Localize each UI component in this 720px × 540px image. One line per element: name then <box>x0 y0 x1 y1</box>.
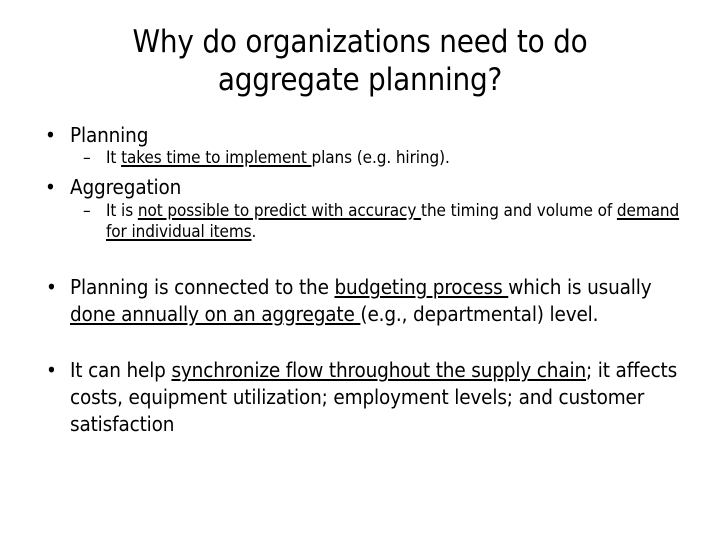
sub-bullet-text: It takes time to implement plans (e.g. h… <box>106 148 450 168</box>
plain-phrase: (e.g., departmental) level. <box>360 301 599 326</box>
sub-bullet-item-aggregation-detail: – It is not possible to predict with acc… <box>0 201 720 245</box>
bullet-dot-icon: • <box>46 358 57 383</box>
underlined-phrase: budgeting process <box>334 275 509 300</box>
bullet-dot-icon: • <box>45 123 56 147</box>
underlined-phrase: done annually on an aggregate <box>70 301 361 326</box>
sub-bullet-item-planning-detail: – It takes time to implement plans (e.g.… <box>0 148 720 170</box>
sub-bullet-text: It is not possible to predict with accur… <box>106 201 679 243</box>
slide-body: • Planning – It takes time to implement … <box>0 122 720 437</box>
underlined-phrase: synchronize flow throughout the supply c… <box>171 358 587 383</box>
underlined-phrase: not possible to predict with accuracy <box>137 200 422 221</box>
slide-title: Why do organizations need to do aggregat… <box>132 24 588 98</box>
plain-phrase: Planning is connected to the <box>70 275 335 300</box>
bullet-dot-icon: • <box>45 175 56 200</box>
plain-phrase: It is <box>106 200 138 221</box>
bullet-text: Planning <box>70 123 149 147</box>
bullet-item-supply-chain: • It can help synchronize flow throughou… <box>0 357 720 437</box>
bullet-paragraph-text: It can help synchronize flow throughout … <box>70 358 677 435</box>
bullet-item-aggregation: • Aggregation <box>0 174 720 200</box>
plain-phrase: It can help <box>70 358 172 383</box>
bullet-dot-icon: • <box>46 275 57 300</box>
underlined-phrase: takes time to implement <box>121 148 312 169</box>
plain-phrase: . <box>251 222 257 243</box>
plain-phrase: It <box>106 148 122 169</box>
bullet-text: Aggregation <box>70 175 182 200</box>
bullet-item-planning: • Planning <box>0 122 720 148</box>
dash-bullet-icon: – <box>83 200 91 221</box>
plain-phrase: plans (e.g. hiring). <box>311 148 450 169</box>
plain-phrase: the timing and volume of <box>421 200 617 221</box>
plain-phrase: which is usually <box>508 275 652 300</box>
dash-bullet-icon: – <box>83 148 91 169</box>
bullet-paragraph-text: Planning is connected to the budgeting p… <box>70 275 652 326</box>
slide-canvas: Why do organizations need to do aggregat… <box>0 0 720 540</box>
bullet-item-budgeting: • Planning is connected to the budgeting… <box>0 274 720 327</box>
